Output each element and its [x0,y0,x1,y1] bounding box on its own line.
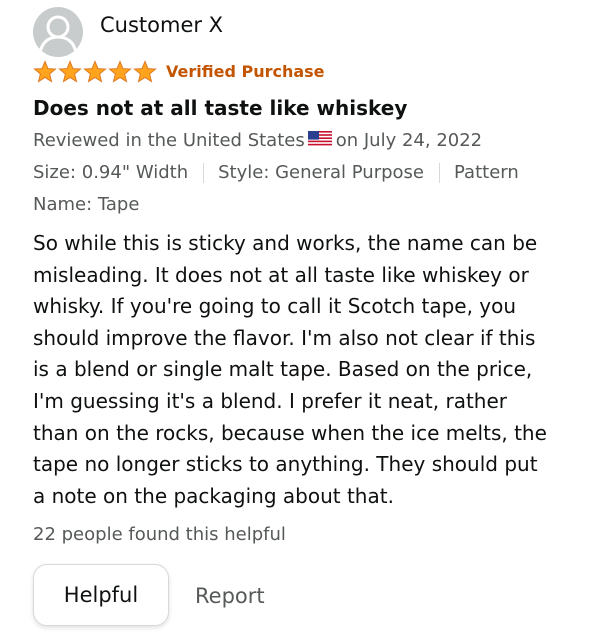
star-icon [83,60,107,83]
variant-name: Name: Tape [33,194,140,215]
review-body-line: whisky. If you're going to call it Scotc… [33,294,517,319]
review-body-line: than on the rocks, because when the ice … [33,420,547,445]
variant-size[interactable]: Size: 0.94" Width [33,162,188,183]
reviewer-name[interactable]: Customer X [100,13,223,37]
review-body-line: is a blend or single malt tape. Based on… [33,357,533,382]
variant-pattern[interactable]: Pattern [454,162,519,183]
us-flag-icon [307,131,332,147]
report-link[interactable]: Report [195,584,265,608]
reviewer-avatar [33,7,83,57]
star-rating[interactable] [33,60,157,84]
review-body-line: I'm guessing it's a blend. I prefer it n… [33,388,508,413]
review-body: So while this is sticky and works, the n… [33,228,593,512]
person-silhouette-icon [38,15,78,54]
review-body-line: misleading. It does not at all taste lik… [33,262,529,287]
variant-divider [203,162,205,183]
star-icon [133,60,157,83]
star-icon [33,60,57,83]
helpful-count: 22 people found this helpful [33,524,286,545]
review-location-date: Reviewed in the United States on July 24… [33,130,482,151]
review-body-line: So while this is sticky and works, the n… [33,231,538,255]
helpful-button[interactable]: Helpful [33,564,169,626]
review-date: on July 24, 2022 [335,130,483,151]
star-icon [58,60,82,83]
helpful-button-label: Helpful [63,583,139,607]
variant-style[interactable]: Style: General Purpose [218,162,424,183]
review-body-line: a note on the packaging about that. [33,483,394,508]
review-title: Does not at all taste like whiskey [33,96,408,120]
star-icon [108,60,132,83]
reviewed-in-text: Reviewed in the United States [33,130,305,151]
product-variants: Size: 0.94" Width Style: General Purpose… [33,162,519,183]
verified-purchase-badge: Verified Purchase [166,62,325,81]
variant-divider [439,162,441,183]
review-body-line: should improve the flavor. I'm also not … [33,325,536,350]
review-body-line: tape no longer sticks to anything. They … [33,452,538,477]
